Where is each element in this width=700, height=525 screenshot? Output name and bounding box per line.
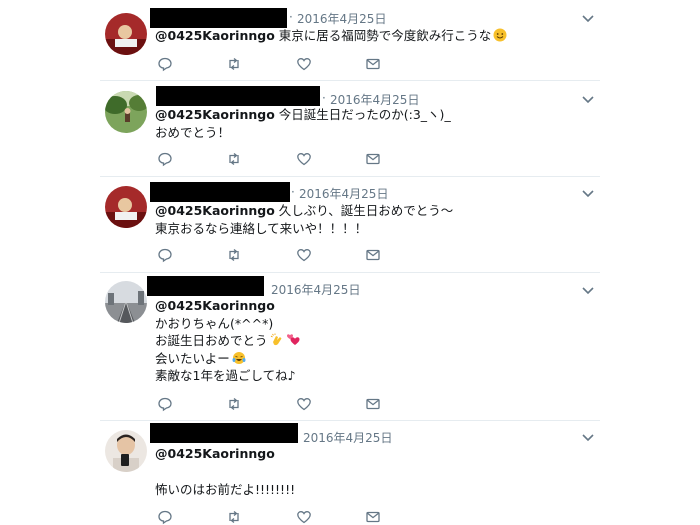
separator-dot: ·	[289, 10, 293, 24]
tweet-text: @0425Kaorinngo 久しぶり、誕生日おめでとう〜 東京おるなら連絡して…	[155, 202, 453, 237]
tweet-text: @0425Kaorinngo 今日誕生日だったのか(:3_ヽ)_ おめでとう！	[155, 106, 451, 141]
reply-icon[interactable]	[157, 509, 173, 525]
like-icon[interactable]	[296, 56, 312, 72]
mention-link[interactable]: @0425Kaorinngo	[155, 107, 275, 122]
direct-message-icon[interactable]	[365, 509, 381, 525]
tweet-text: @0425Kaorinngo 怖いのはお前だよ!!!!!!!!	[155, 445, 295, 498]
tweet-date[interactable]: 2016年4月25日	[297, 10, 386, 27]
tweet-line: 東京おるなら連絡して来いや！！！！	[155, 220, 368, 236]
direct-message-icon[interactable]	[365, 151, 381, 167]
avatar[interactable]	[105, 13, 147, 55]
two-hearts-icon	[286, 334, 300, 345]
chevron-down-icon[interactable]	[581, 431, 595, 445]
tweet-line: 会いたいよー	[155, 350, 230, 366]
tweet-date[interactable]: 2016年4月25日	[299, 185, 388, 202]
tweet-body: 久しぶり、誕生日おめでとう〜	[274, 203, 454, 218]
mention-link[interactable]: @0425Kaorinngo	[155, 298, 275, 313]
separator-dot: ·	[291, 185, 295, 199]
tweet-line: 怖いのはお前だよ!!!!!!!!	[155, 481, 296, 497]
tweet-line: お誕生日おめでとう	[155, 333, 268, 348]
clapping-hands-icon	[270, 333, 282, 346]
tweet[interactable]: 2016年4月25日 @0425Kaorinngo 怖いのはお前だよ!!!!!!…	[100, 420, 600, 525]
redacted-username	[156, 86, 320, 106]
direct-message-icon[interactable]	[365, 56, 381, 72]
mention-link[interactable]: @0425Kaorinngo	[155, 28, 275, 43]
tweet-actions	[157, 509, 397, 525]
mention-link[interactable]: @0425Kaorinngo	[155, 203, 275, 218]
direct-message-icon[interactable]	[365, 247, 381, 263]
retweet-icon[interactable]	[226, 247, 242, 263]
tweet-line: 素敵な1年を過ごしてね♪	[155, 368, 296, 383]
chevron-down-icon[interactable]	[581, 187, 595, 201]
avatar[interactable]	[105, 281, 147, 323]
chevron-down-icon[interactable]	[581, 284, 595, 298]
redacted-username	[147, 276, 264, 296]
redacted-username	[150, 182, 290, 202]
tweet-date[interactable]: 2016年4月25日	[271, 281, 360, 298]
like-icon[interactable]	[296, 151, 312, 167]
tweet-feed: · 2016年4月25日 @0425Kaorinngo 東京に居る福岡勢で今度飲…	[100, 0, 600, 525]
tweet-line: おめでとう！	[155, 124, 231, 140]
tweet[interactable]: · 2016年4月25日 @0425Kaorinngo 久しぶり、誕生日おめでと…	[100, 176, 600, 273]
retweet-icon[interactable]	[226, 151, 242, 167]
tweet-line: かおりちゃん(*^^*)	[155, 315, 274, 331]
tweet-text: @0425Kaorinngo かおりちゃん(*^^*) お誕生日おめでとう 会い…	[155, 297, 300, 385]
reply-icon[interactable]	[157, 56, 173, 72]
like-icon[interactable]	[296, 509, 312, 525]
tweet-actions	[157, 247, 397, 263]
tweet-body: 東京に居る福岡勢で今度飲み行こうな	[274, 28, 492, 43]
like-icon[interactable]	[296, 396, 312, 412]
tweet-actions	[157, 151, 397, 167]
tears-of-joy-icon	[232, 351, 246, 364]
reply-icon[interactable]	[157, 396, 173, 412]
tweet-body: 今日誕生日だったのか(:3_ヽ)_	[274, 107, 451, 122]
like-icon[interactable]	[296, 247, 312, 263]
smiling-face-icon	[493, 28, 507, 42]
tweet-actions	[157, 56, 397, 72]
retweet-icon[interactable]	[226, 509, 242, 525]
tweet[interactable]: 2016年4月25日 @0425Kaorinngo かおりちゃん(*^^*) お…	[100, 272, 600, 421]
avatar[interactable]	[105, 186, 147, 228]
tweet-date[interactable]: 2016年4月25日	[303, 429, 392, 446]
retweet-icon[interactable]	[226, 396, 242, 412]
direct-message-icon[interactable]	[365, 396, 381, 412]
avatar[interactable]	[105, 91, 147, 133]
tweet[interactable]: · 2016年4月25日 @0425Kaorinngo 今日誕生日だったのか(:…	[100, 80, 600, 177]
chevron-down-icon[interactable]	[581, 93, 595, 107]
avatar[interactable]	[105, 430, 147, 472]
redacted-username	[150, 8, 287, 28]
reply-icon[interactable]	[157, 151, 173, 167]
retweet-icon[interactable]	[226, 56, 242, 72]
tweet-text: @0425Kaorinngo 東京に居る福岡勢で今度飲み行こうな	[155, 27, 507, 45]
tweet-actions	[157, 396, 397, 412]
mention-link[interactable]: @0425Kaorinngo	[155, 446, 275, 461]
reply-icon[interactable]	[157, 247, 173, 263]
tweet[interactable]: · 2016年4月25日 @0425Kaorinngo 東京に居る福岡勢で今度飲…	[100, 0, 600, 81]
redacted-username	[150, 423, 298, 443]
separator-dot: ·	[322, 91, 326, 105]
chevron-down-icon[interactable]	[581, 12, 595, 26]
